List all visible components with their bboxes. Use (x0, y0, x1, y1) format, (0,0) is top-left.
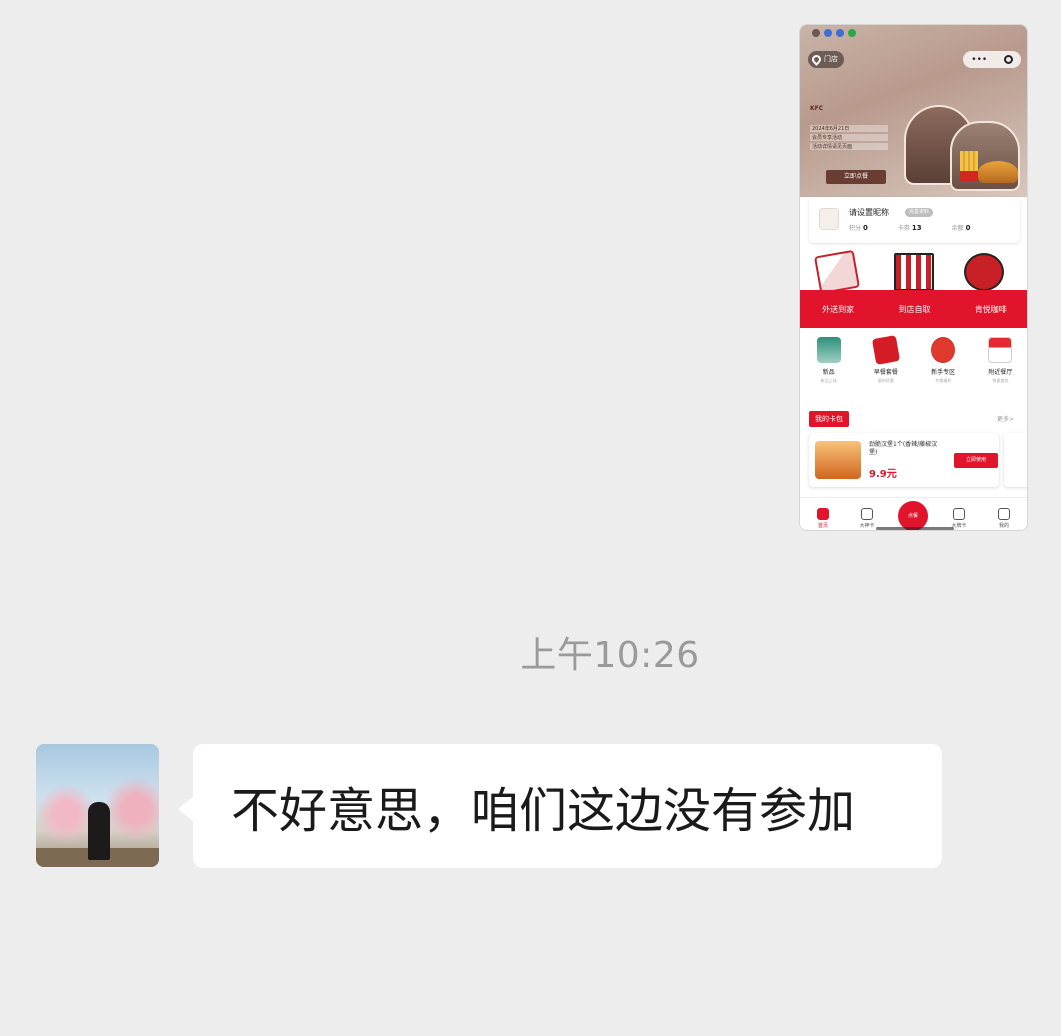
delivery-icon (814, 249, 860, 295)
promo-line: 活动详情请见页面 (810, 143, 888, 150)
tab-home: 首页 (806, 508, 840, 529)
stat-balance: 余额 0 (951, 224, 971, 232)
tab-profile: 我的 (987, 508, 1021, 529)
location-pin-icon (810, 53, 823, 66)
nearby-store-icon (988, 337, 1013, 363)
bottom-tab-bar: 首页 大神卡 点餐 大牌卡 我的 (800, 497, 1027, 530)
tab-card: 大神卡 (850, 508, 884, 529)
breakfast-bag-icon (871, 335, 900, 365)
service-delivery: 外送到家 (822, 304, 855, 314)
location-pill: 门店 (808, 51, 844, 68)
fries-illustration (960, 151, 978, 181)
coupon-card: 劲脆汉堡1个(香辣/藤椒汉堡) 9.9元 立即使用 (809, 433, 999, 487)
more-link: 更多> (997, 416, 1015, 423)
card-pack-label: 我的卡包 (809, 411, 849, 427)
coffee-cup-icon (964, 253, 1004, 291)
coupon-title: 劲脆汉堡1个(香辣/藤椒汉堡) (869, 441, 938, 456)
miniprogram-capsule: ••• (963, 51, 1021, 68)
shortcut-row: 新品 新品上线 早餐套餐 限时优惠 新手专区 专属福利 附近餐厅 快速查找 (800, 335, 1027, 397)
burger-image (815, 441, 861, 479)
member-stats: 积分 0 卡券 13 余额 0 (849, 223, 971, 232)
coupon-card-partial (1004, 433, 1027, 487)
service-pickup: 到店自取 (898, 304, 931, 314)
promo-text: 2024年6月21日 会员专享活动 活动详情请见页面 (810, 125, 888, 152)
promo-banner: 门店 ••• KFC 2024年6月21日 会员专享活动 活动详情请见页面 立即… (800, 25, 1027, 197)
service-coffee: 肯悦咖啡 (974, 304, 1007, 314)
person-icon (998, 508, 1010, 520)
kfc-logo: KFC (810, 105, 824, 112)
member-name: 请设置昵称 (849, 208, 889, 217)
home-indicator (876, 527, 954, 530)
shortcut-item: 附近餐厅 快速查找 (975, 337, 1025, 397)
status-bar-icons (812, 29, 856, 41)
home-icon (817, 508, 829, 520)
stat-coupons: 卡券 13 (897, 224, 922, 232)
order-now-button: 立即点餐 (826, 170, 886, 184)
service-illustrations (800, 249, 1027, 295)
close-circle-icon (1003, 55, 1013, 64)
coupon-price: 9.9元 (869, 469, 897, 480)
shortcut-item: 新手专区 专属福利 (918, 337, 968, 397)
tab-crown: 大牌卡 (942, 508, 976, 529)
card-icon (861, 508, 873, 520)
message-timestamp: 上午10:26 (520, 635, 700, 676)
newbie-zone-icon (931, 337, 956, 363)
new-product-icon (816, 337, 841, 363)
shortcut-item: 早餐套餐 限时优惠 (861, 335, 911, 397)
shortcut-item: 新品 新品上线 (804, 337, 854, 397)
member-tag: 完善资料 (905, 208, 934, 217)
service-bar: 外送到家 到店自取 肯悦咖啡 (800, 290, 1027, 328)
promo-line: 会员专享活动 (810, 134, 888, 141)
stat-points: 积分 0 (849, 224, 868, 232)
incoming-message-bubble[interactable]: 不好意思，咱们这边没有参加 (193, 744, 942, 868)
shared-screenshot-message[interactable]: 门店 ••• KFC 2024年6月21日 会员专享活动 活动详情请见页面 立即… (799, 24, 1028, 531)
member-card: 请设置昵称 完善资料 积分 0 卡券 13 余额 0 (809, 197, 1020, 243)
member-avatar (819, 208, 839, 230)
contact-avatar[interactable] (36, 744, 159, 867)
location-label: 门店 (824, 55, 838, 63)
burger-illustration (978, 161, 1018, 183)
promo-line: 2024年6月21日 (810, 125, 888, 132)
store-pickup-icon (894, 253, 934, 291)
bubble-tail (178, 796, 194, 822)
use-coupon-button: 立即使用 (954, 453, 998, 468)
more-icon: ••• (971, 54, 988, 65)
crown-icon (953, 508, 965, 520)
message-text: 不好意思，咱们这边没有参加 (231, 783, 856, 839)
